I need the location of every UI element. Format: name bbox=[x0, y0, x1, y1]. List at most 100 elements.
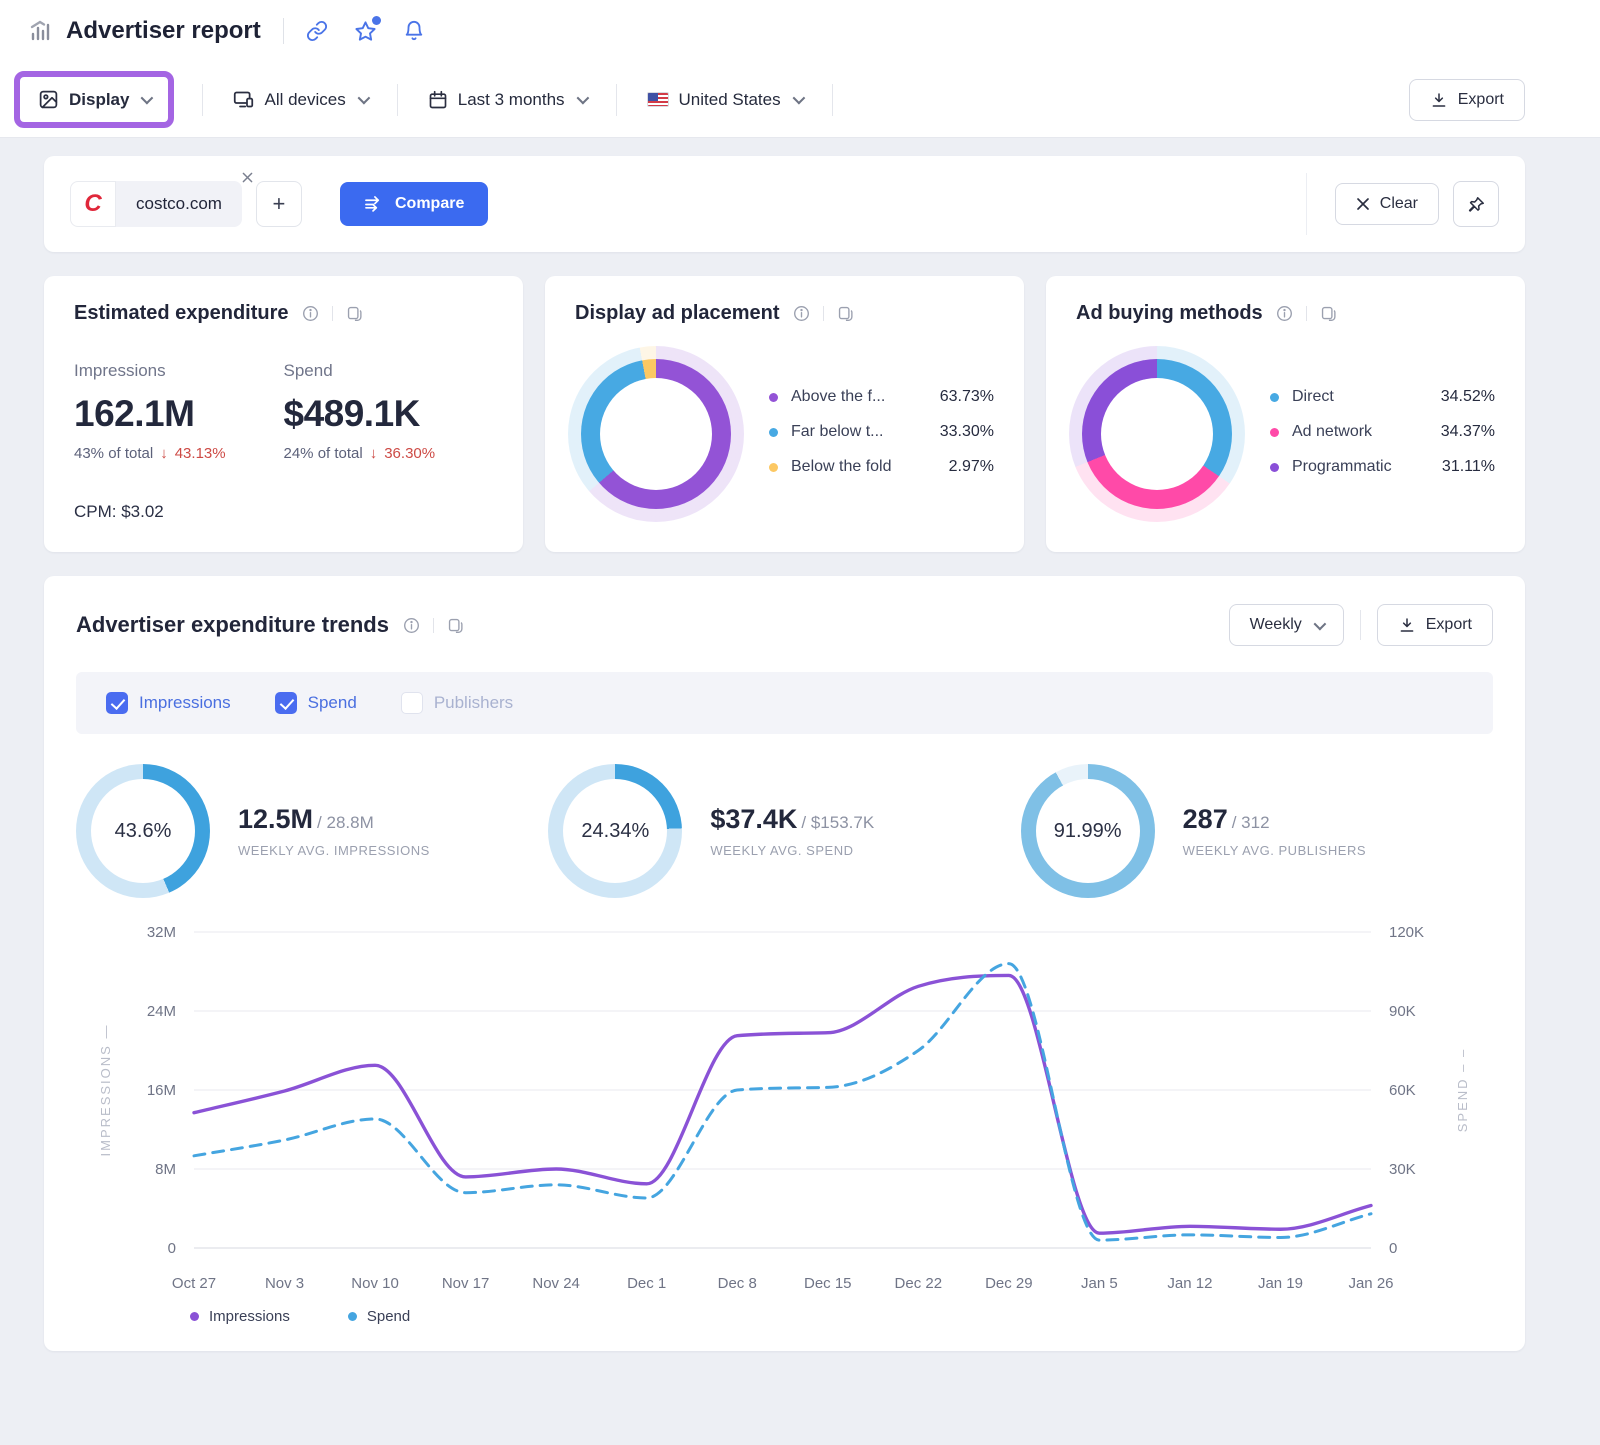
svg-text:IMPRESSIONS —: IMPRESSIONS — bbox=[98, 1024, 113, 1157]
period-dropdown[interactable]: Weekly bbox=[1229, 604, 1344, 646]
gauge-total: / 312 bbox=[1232, 813, 1270, 832]
card-title: Estimated expenditure bbox=[74, 302, 289, 325]
copy-icon[interactable] bbox=[346, 305, 363, 322]
legend-item-spend: Spend bbox=[348, 1308, 410, 1325]
clear-button[interactable]: Clear bbox=[1335, 183, 1439, 225]
gauge-caption: WEEKLY AVG. PUBLISHERS bbox=[1183, 843, 1366, 858]
legend-row: Ad network 34.37% bbox=[1270, 423, 1495, 441]
trends-export-button[interactable]: Export bbox=[1377, 604, 1493, 646]
checkbox-label: Spend bbox=[308, 693, 357, 713]
trends-line-chart: 008M30K16M60K24M90K32M120KIMPRESSIONS —S… bbox=[76, 914, 1493, 1325]
add-domain-button[interactable]: + bbox=[256, 181, 302, 227]
gauge-ring: 43.6% bbox=[76, 764, 210, 898]
divider bbox=[1306, 306, 1307, 321]
card-title: Ad buying methods bbox=[1076, 302, 1263, 325]
info-icon[interactable] bbox=[302, 305, 319, 322]
page-title: Advertiser report bbox=[66, 17, 261, 45]
devices-dropdown[interactable]: All devices bbox=[217, 79, 382, 120]
estimated-expenditure-card: Estimated expenditure Impressions 162.1M bbox=[44, 276, 523, 552]
legend-dot bbox=[1270, 428, 1279, 437]
down-arrow-icon: ↓ bbox=[160, 445, 168, 462]
svg-text:Dec 1: Dec 1 bbox=[627, 1275, 666, 1292]
copy-icon[interactable] bbox=[837, 305, 854, 322]
header-divider bbox=[283, 18, 284, 44]
legend-row: Far below t... 33.30% bbox=[769, 423, 994, 441]
info-icon[interactable] bbox=[793, 305, 810, 322]
svg-text:Jan 26: Jan 26 bbox=[1348, 1275, 1393, 1292]
svg-text:8M: 8M bbox=[155, 1161, 176, 1178]
ad-type-display-dropdown[interactable]: Display bbox=[22, 79, 166, 120]
toolbar-divider bbox=[397, 84, 398, 116]
region-label: United States bbox=[679, 90, 781, 110]
metric-label: Spend bbox=[284, 361, 494, 381]
impressions-change: 43.13% bbox=[175, 445, 226, 462]
legend-item-impressions: Impressions bbox=[190, 1308, 290, 1325]
gauge-total: / 28.8M bbox=[317, 813, 374, 832]
date-range-label: Last 3 months bbox=[458, 90, 565, 110]
gauge-caption: WEEKLY AVG. SPEND bbox=[710, 843, 874, 858]
remove-domain-icon[interactable] bbox=[240, 170, 255, 185]
date-range-dropdown[interactable]: Last 3 months bbox=[412, 80, 602, 120]
legend-dot bbox=[1270, 393, 1279, 402]
toolbar-divider bbox=[616, 84, 617, 116]
calendar-icon bbox=[428, 90, 448, 110]
cpm-value: CPM: $3.02 bbox=[74, 502, 493, 522]
favorite-star-icon[interactable] bbox=[354, 20, 377, 43]
legend-value: 34.37% bbox=[1441, 423, 1495, 441]
export-label: Export bbox=[1426, 616, 1472, 634]
gauge-percent: 91.99% bbox=[1021, 764, 1155, 898]
info-icon[interactable] bbox=[403, 617, 420, 634]
divider bbox=[1306, 173, 1307, 235]
legend-dot bbox=[769, 428, 778, 437]
devices-icon bbox=[233, 89, 254, 110]
ad-buying-methods-card: Ad buying methods bbox=[1046, 276, 1525, 552]
divider bbox=[1360, 610, 1361, 640]
devices-label: All devices bbox=[264, 90, 345, 110]
chevron-down-icon bbox=[792, 92, 805, 105]
share-link-icon[interactable] bbox=[306, 20, 328, 42]
checkbox-icon bbox=[401, 692, 423, 714]
placement-donut-chart bbox=[581, 359, 731, 509]
impressions-metric: Impressions 162.1M 43% of total ↓ 43.13% bbox=[74, 361, 284, 462]
ad-type-label: Display bbox=[69, 90, 129, 110]
svg-text:32M: 32M bbox=[147, 924, 176, 941]
spend-checkbox[interactable]: Spend bbox=[275, 692, 357, 714]
us-flag-icon bbox=[647, 92, 669, 107]
svg-text:SPEND – –: SPEND – – bbox=[1455, 1048, 1470, 1132]
divider bbox=[823, 306, 824, 321]
svg-text:24M: 24M bbox=[147, 1003, 176, 1020]
copy-icon[interactable] bbox=[447, 617, 464, 634]
period-label: Weekly bbox=[1250, 616, 1302, 634]
toolbar-divider bbox=[832, 84, 833, 116]
pin-button[interactable] bbox=[1453, 181, 1499, 227]
bell-icon[interactable] bbox=[403, 20, 425, 42]
gauge-percent: 43.6% bbox=[76, 764, 210, 898]
impressions-checkbox[interactable]: Impressions bbox=[106, 692, 231, 714]
copy-icon[interactable] bbox=[1320, 305, 1337, 322]
svg-text:16M: 16M bbox=[147, 1082, 176, 1099]
domain-chip[interactable]: C costco.com bbox=[70, 181, 242, 227]
legend-value: 63.73% bbox=[940, 388, 994, 406]
gauge-ring: 24.34% bbox=[548, 764, 682, 898]
svg-text:0: 0 bbox=[168, 1240, 176, 1257]
spend-share: 24% of total bbox=[284, 445, 363, 462]
image-icon bbox=[38, 89, 59, 110]
gauge-value: $37.4K bbox=[710, 804, 797, 834]
compare-button[interactable]: Compare bbox=[340, 182, 488, 226]
publishers-checkbox[interactable]: Publishers bbox=[401, 692, 513, 714]
gauge-percent: 24.34% bbox=[548, 764, 682, 898]
down-arrow-icon: ↓ bbox=[370, 445, 378, 462]
legend-value: 2.97% bbox=[949, 458, 994, 476]
region-dropdown[interactable]: United States bbox=[631, 80, 818, 120]
legend-label: Programmatic bbox=[1292, 458, 1392, 476]
legend-value: 31.11% bbox=[1442, 458, 1495, 476]
svg-text:Nov 3: Nov 3 bbox=[265, 1275, 304, 1292]
legend-label: Impressions bbox=[209, 1308, 290, 1325]
spend-metric: Spend $489.1K 24% of total ↓ 36.30% bbox=[284, 361, 494, 462]
chevron-down-icon bbox=[576, 92, 589, 105]
legend-label: Above the f... bbox=[791, 388, 885, 406]
info-icon[interactable] bbox=[1276, 305, 1293, 322]
clear-label: Clear bbox=[1380, 195, 1418, 213]
export-button[interactable]: Export bbox=[1409, 79, 1525, 121]
chevron-down-icon bbox=[357, 92, 370, 105]
